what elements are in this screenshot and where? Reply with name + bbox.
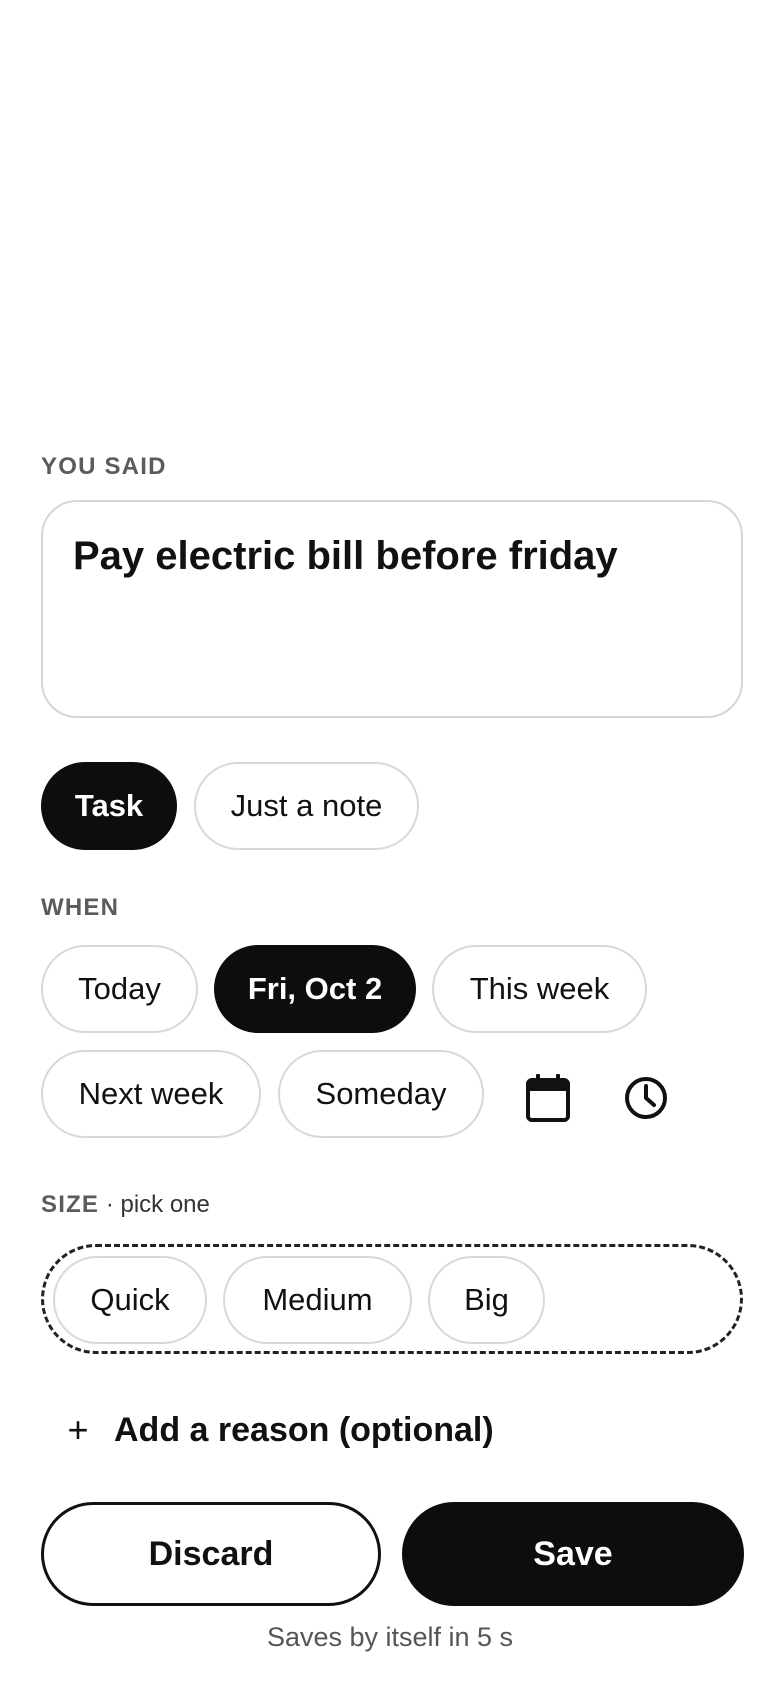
save-button[interactable]: Save <box>402 1502 744 1606</box>
add-reason-button[interactable]: + Add a reason (optional) <box>64 1400 494 1460</box>
plus-icon: + <box>67 1409 89 1450</box>
kind-task-chip[interactable]: Task <box>41 762 177 850</box>
when-someday-chip[interactable]: Someday <box>278 1050 484 1138</box>
kind-note-chip[interactable]: Just a note <box>194 762 419 850</box>
discard-button[interactable]: Discard <box>41 1502 381 1606</box>
when-this-week-chip[interactable]: This week <box>432 945 647 1033</box>
size-big-chip[interactable]: Big <box>428 1256 545 1344</box>
add-reason-label: Add a reason (optional) <box>114 1410 494 1449</box>
transcript-text: Pay electric bill before friday <box>73 534 618 578</box>
clock-icon[interactable] <box>614 1066 678 1130</box>
when-next-week-chip[interactable]: Next week <box>41 1050 261 1138</box>
size-medium-chip[interactable]: Medium <box>223 1256 412 1344</box>
when-fri-oct-2-chip[interactable]: Fri, Oct 2 <box>214 945 416 1033</box>
size-quick-chip[interactable]: Quick <box>53 1256 207 1344</box>
when-today-chip[interactable]: Today <box>41 945 198 1033</box>
capture-review-screen: YOU SAID Pay electric bill before friday… <box>0 0 780 1688</box>
size-sub-label: · pick one <box>99 1191 210 1218</box>
when-label: WHEN <box>41 894 120 921</box>
calendar-icon[interactable] <box>516 1066 580 1130</box>
size-label-text: SIZE <box>41 1191 100 1218</box>
transcript-box[interactable]: Pay electric bill before friday <box>41 500 743 718</box>
autosave-status: Saves by itself in 5 s <box>266 1622 514 1652</box>
size-label: SIZE · pick one <box>41 1191 210 1219</box>
you-said-label: YOU SAID <box>41 453 167 480</box>
